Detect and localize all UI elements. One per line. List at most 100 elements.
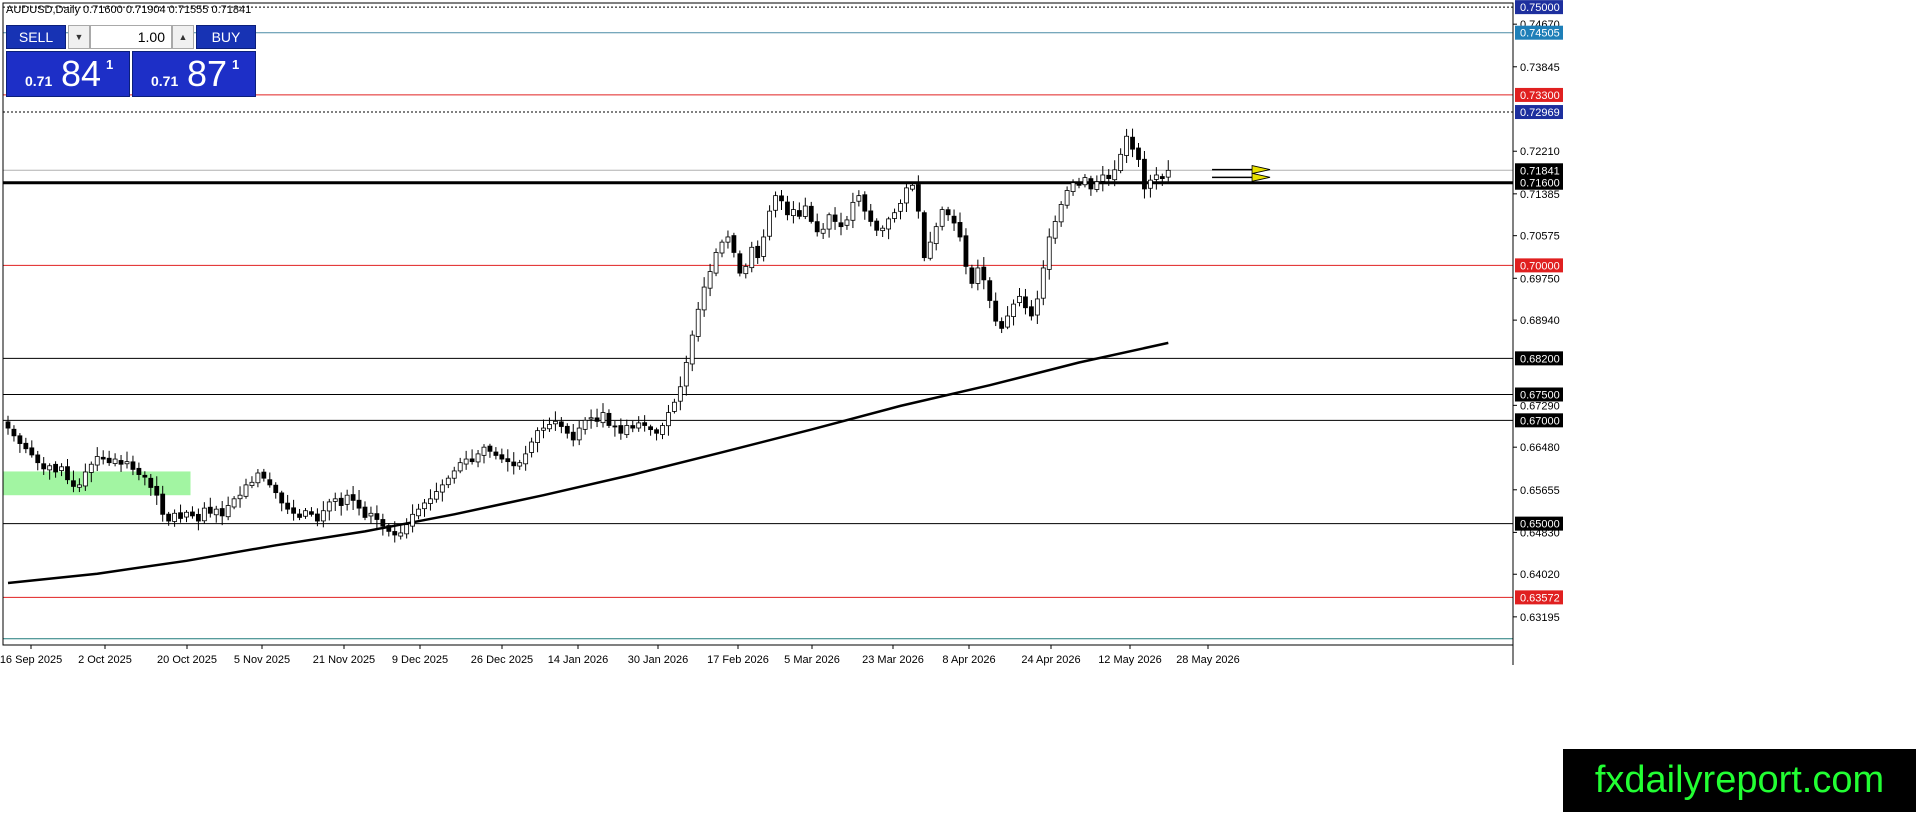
candle-body-162 (969, 267, 975, 284)
candle-body-156 (933, 226, 939, 245)
x-tick-label-1: 2 Oct 2025 (78, 654, 132, 666)
candle-body-177 (1058, 204, 1064, 223)
candle-body-36 (219, 508, 225, 517)
candle-body-57 (344, 494, 350, 505)
price-tag-label-10: 0.65000 (1520, 519, 1560, 531)
arrows-layer (1212, 165, 1271, 182)
buy-button[interactable]: BUY (196, 25, 256, 49)
candle-body-92 (553, 420, 558, 425)
candle-body-95 (570, 431, 576, 441)
candle-body-123 (737, 253, 743, 274)
candle-body-32 (195, 513, 201, 522)
candle-body-144 (862, 194, 868, 212)
candle-body-11 (71, 480, 76, 487)
price-tag-label-6: 0.70000 (1520, 260, 1560, 272)
arrow-head-1 (1251, 172, 1271, 182)
candle-body-126 (755, 245, 761, 259)
candle-body-137 (820, 228, 826, 234)
candle-body-67 (404, 524, 410, 535)
candle-body-64 (386, 525, 392, 532)
candle-body-186 (1112, 169, 1118, 181)
candle-body-86 (517, 462, 523, 467)
candle-body-66 (398, 532, 404, 537)
candle-body-153 (915, 184, 921, 212)
candle-body-134 (802, 205, 808, 217)
candle-body-143 (856, 195, 862, 202)
candle-body-184 (1100, 174, 1106, 182)
candle-body-110 (660, 425, 665, 435)
candle-body-122 (731, 235, 737, 253)
candle-body-118 (707, 271, 713, 289)
volume-input[interactable] (90, 25, 172, 49)
candle-body-19 (118, 460, 124, 465)
candle-body-179 (1070, 182, 1076, 192)
candle-body-29 (178, 512, 183, 519)
x-tick-label-5: 9 Dec 2025 (392, 654, 448, 666)
candle-body-8 (53, 463, 58, 473)
x-tick-label-2: 20 Oct 2025 (157, 654, 217, 666)
candle-body-105 (630, 425, 636, 429)
price-tag-label-2: 0.73300 (1520, 90, 1560, 102)
candle-body-136 (814, 221, 820, 233)
candle-body-68 (410, 513, 416, 527)
volume-increase-button[interactable]: ▲ (172, 25, 194, 49)
candle-body-132 (791, 209, 796, 217)
candle-body-152 (910, 184, 915, 190)
candle-body-158 (945, 209, 951, 216)
candle-body-170 (1017, 295, 1022, 304)
candle-body-141 (844, 219, 850, 226)
y-tick-label-9: 0.65655 (1520, 485, 1560, 497)
brand-watermark: fxdailyreport.com (1563, 749, 1916, 812)
candle-body-62 (374, 513, 380, 520)
candle-body-56 (338, 497, 344, 506)
candle-body-43 (261, 471, 267, 479)
candle-body-17 (106, 457, 112, 464)
candle-body-147 (880, 227, 886, 232)
candle-body-78 (469, 458, 475, 463)
candle-body-190 (1136, 147, 1141, 160)
candle-body-34 (207, 506, 213, 514)
sell-quote[interactable]: 0.71 84 1 (6, 51, 130, 97)
one-click-trading-panel: SELL ▼ ▲ BUY 0.71 84 1 0.71 87 1 (6, 25, 256, 97)
candle-body-28 (172, 512, 178, 522)
candle-body-120 (719, 241, 725, 254)
buy-quote[interactable]: 0.71 87 1 (132, 51, 256, 97)
sell-price-sup: 1 (106, 57, 114, 72)
x-tick-label-8: 30 Jan 2026 (628, 654, 689, 666)
symbol-title: AUDUSD,Daily 0.71600 0.71904 0.71555 0.7… (6, 4, 252, 16)
candle-body-31 (190, 511, 195, 517)
candle-body-15 (94, 456, 100, 466)
candle-body-35 (213, 508, 219, 516)
sell-button[interactable]: SELL (6, 25, 66, 49)
candle-body-146 (874, 220, 880, 231)
candle-body-4 (29, 447, 35, 456)
candle-body-103 (618, 425, 624, 434)
x-tick-label-7: 14 Jan 2026 (548, 654, 609, 666)
candle-body-46 (279, 492, 285, 504)
candle-body-194 (1159, 176, 1165, 180)
candle-body-69 (416, 508, 421, 517)
moving-average-layer (7, 341, 1169, 585)
y-tick-label-1: 0.73845 (1520, 62, 1560, 74)
candle-body-129 (773, 195, 778, 211)
candle-body-98 (588, 417, 594, 420)
candle-body-100 (600, 412, 606, 424)
price-chart[interactable]: 0.746700.738450.722100.713850.705750.697… (0, 0, 1916, 812)
candle-body-154 (921, 212, 927, 259)
candle-body-73 (439, 484, 445, 493)
candle-body-38 (231, 498, 237, 508)
candle-body-166 (993, 300, 999, 322)
y-tick-label-4: 0.70575 (1520, 231, 1560, 243)
candle-body-97 (582, 419, 588, 430)
candle-body-63 (380, 519, 386, 527)
candle-body-109 (654, 429, 659, 434)
moving-average-line (7, 341, 1169, 585)
x-tick-label-10: 5 Mar 2026 (784, 654, 840, 666)
y-tick-label-3: 0.71385 (1520, 189, 1560, 201)
axes-layer: 0.746700.738450.722100.713850.705750.697… (0, 0, 1563, 666)
candle-body-58 (350, 494, 356, 501)
candle-body-2 (17, 435, 23, 444)
volume-decrease-button[interactable]: ▼ (68, 25, 90, 49)
price-tag-label-7: 0.68200 (1520, 353, 1560, 365)
candle-body-90 (541, 427, 546, 431)
